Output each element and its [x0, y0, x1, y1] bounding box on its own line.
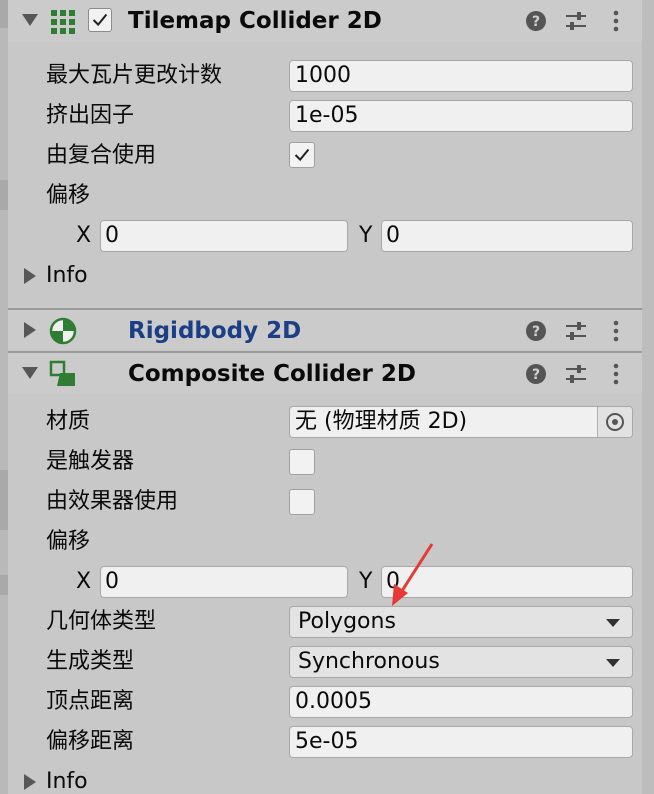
info-foldout-icon[interactable] [24, 774, 36, 790]
tilemap-collider-enabled-checkbox[interactable] [88, 8, 112, 32]
used-by-effector-checkbox[interactable] [289, 489, 315, 515]
vertex-distance-input[interactable]: 0.0005 [289, 686, 633, 718]
component-title: Rigidbody 2D [128, 318, 302, 344]
used-by-composite-label: 由复合使用 [46, 143, 157, 168]
offset-x-label: X [76, 223, 92, 248]
svg-text:?: ? [532, 367, 540, 383]
foldout-expanded-icon[interactable] [22, 367, 38, 379]
rigidbody-icon [49, 317, 77, 345]
checkmark-icon [92, 13, 108, 27]
geometry-type-value: Polygons [298, 609, 396, 634]
generation-type-label: 生成类型 [46, 649, 135, 674]
kebab-menu-icon[interactable] [604, 362, 628, 386]
composite-collider-header[interactable]: Composite Collider 2D ? [8, 351, 642, 393]
generation-type-value: Synchronous [298, 649, 440, 674]
component-title: Composite Collider 2D [128, 361, 416, 387]
used-by-effector-label: 由效果器使用 [46, 489, 179, 514]
rigidbody-header[interactable]: Rigidbody 2D ? [8, 308, 642, 350]
extrusion-factor-input[interactable]: 1e-05 [289, 100, 633, 132]
info-foldout-icon[interactable] [24, 268, 36, 284]
material-object-field[interactable]: 无 (物理材质 2D) [289, 406, 633, 438]
preset-sliders-icon[interactable] [564, 9, 588, 33]
geometry-type-label: 几何体类型 [46, 609, 157, 634]
svg-text:?: ? [532, 14, 540, 30]
material-label: 材质 [46, 409, 91, 434]
scrollbar[interactable] [642, 0, 654, 794]
info-foldout-label[interactable]: Info [46, 765, 88, 794]
composite-collider-icon [49, 360, 75, 386]
component-title: Tilemap Collider 2D [128, 8, 382, 34]
generation-type-dropdown[interactable]: Synchronous [289, 646, 633, 678]
kebab-menu-icon[interactable] [604, 9, 628, 33]
object-picker-button[interactable] [597, 407, 632, 437]
tilemap-collider-icon [51, 10, 75, 34]
info-foldout-label[interactable]: Info [46, 259, 88, 293]
used-by-composite-checkbox[interactable] [289, 142, 315, 168]
dropdown-arrow-icon [606, 659, 620, 667]
is-trigger-checkbox[interactable] [289, 449, 315, 475]
help-icon[interactable]: ? [524, 9, 548, 33]
help-icon[interactable]: ? [524, 362, 548, 386]
offset-x-input[interactable]: 0 [100, 220, 348, 252]
offset-distance-label: 偏移距离 [46, 729, 135, 754]
checkmark-icon [294, 148, 310, 162]
is-trigger-label: 是触发器 [46, 449, 135, 474]
offset-x-label: X [76, 569, 92, 594]
extrusion-factor-label: 挤出因子 [46, 103, 135, 128]
tilemap-collider-header[interactable]: Tilemap Collider 2D ? [8, 0, 642, 42]
kebab-menu-icon[interactable] [604, 319, 628, 343]
max-tile-change-input[interactable]: 1000 [289, 60, 633, 92]
offset-x-input[interactable]: 0 [100, 566, 348, 598]
offset-label: 偏移 [46, 529, 91, 554]
left-gutter [0, 0, 8, 794]
vertex-distance-label: 顶点距离 [46, 689, 135, 714]
offset-y-label: Y [359, 569, 373, 594]
preset-sliders-icon[interactable] [564, 362, 588, 386]
material-value: 无 (物理材质 2D) [295, 409, 468, 434]
geometry-type-dropdown[interactable]: Polygons [289, 606, 633, 638]
inspector-panel: Tilemap Collider 2D ? 最大瓦片更改计数 1000 挤出因子… [8, 0, 642, 794]
max-tile-change-label: 最大瓦片更改计数 [46, 63, 223, 88]
preset-sliders-icon[interactable] [564, 319, 588, 343]
offset-distance-input[interactable]: 5e-05 [289, 726, 633, 758]
foldout-expanded-icon[interactable] [22, 14, 38, 26]
foldout-collapsed-icon[interactable] [24, 322, 36, 338]
annotation-arrow-icon [392, 543, 434, 606]
offset-label: 偏移 [46, 183, 91, 208]
help-icon[interactable]: ? [524, 319, 548, 343]
offset-y-label: Y [359, 223, 373, 248]
offset-y-input[interactable]: 0 [381, 220, 633, 252]
dropdown-arrow-icon [606, 619, 620, 627]
svg-text:?: ? [532, 324, 540, 340]
